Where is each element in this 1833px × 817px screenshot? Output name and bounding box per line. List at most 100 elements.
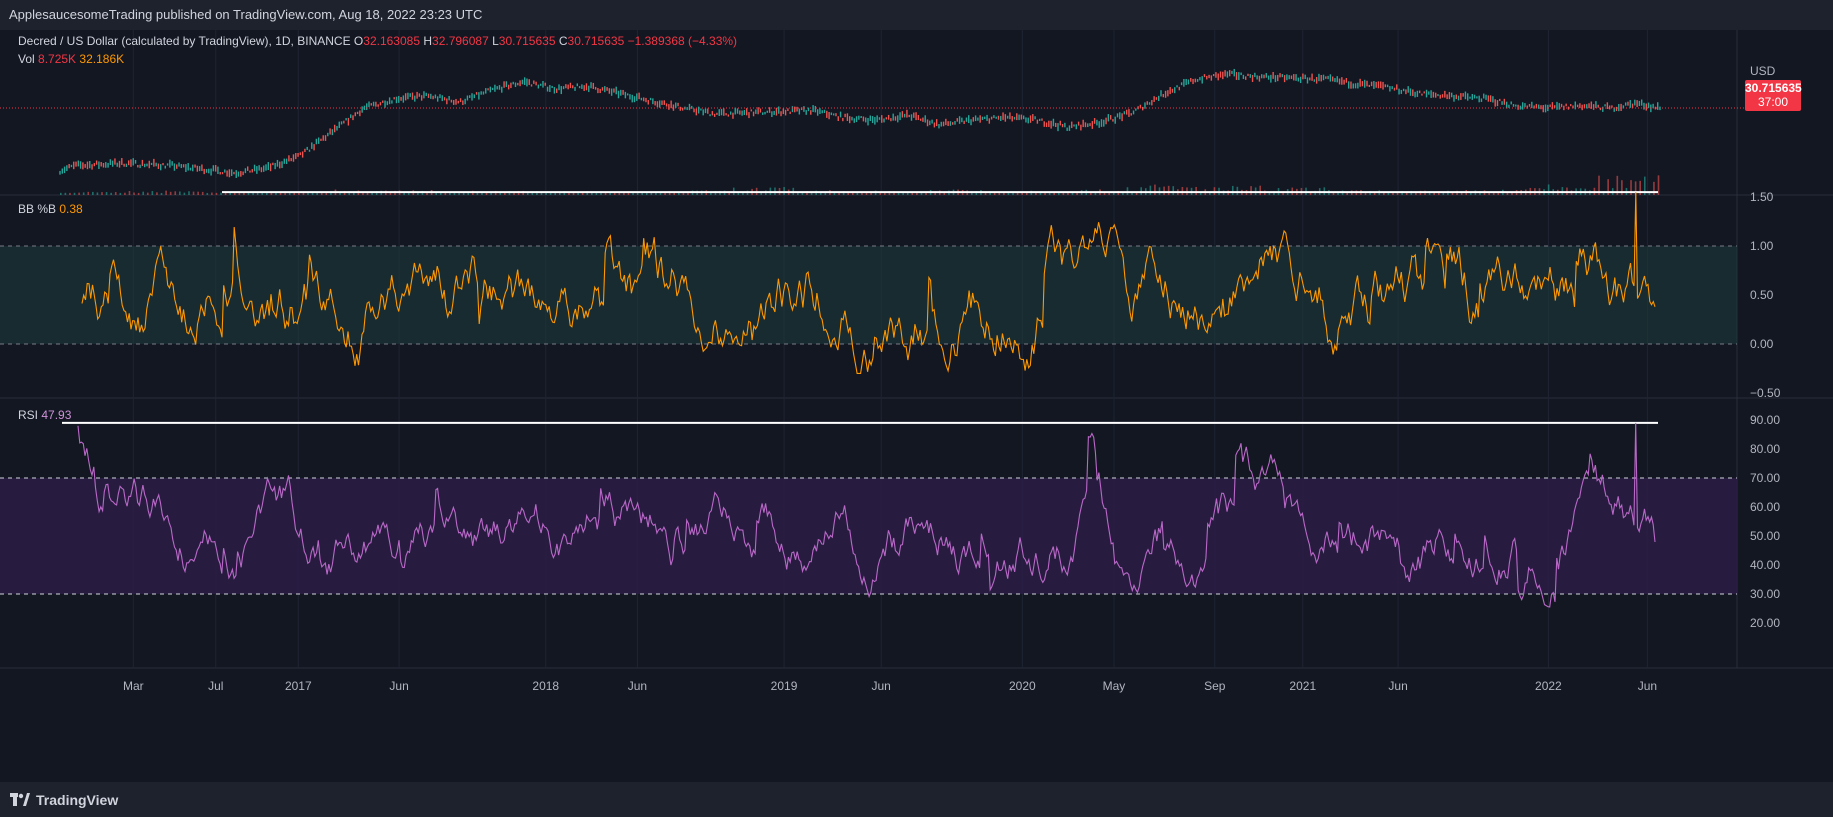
tradingview-logo[interactable]: TradingView — [10, 792, 118, 808]
last-price-value: 30.715635 — [1745, 81, 1802, 95]
bb-label: BB %B — [18, 202, 57, 216]
ohlc-h-label: H — [423, 34, 433, 48]
volume-bar — [179, 191, 181, 195]
volume-bar — [266, 192, 268, 195]
volume-bar — [737, 192, 740, 195]
volume-bar — [220, 192, 222, 195]
time-axis-label: 2019 — [771, 679, 798, 693]
chart-frame[interactable]: Mar Jul 2017 Jun 2018 Jun 2019 Jun 2020 May Sep 202… — [0, 30, 1833, 782]
volume-bar — [1250, 186, 1252, 195]
volume-bar — [403, 192, 405, 195]
volume-bar — [581, 192, 584, 195]
rsi-axis-tick: 70.00 — [1750, 471, 1780, 485]
volume-bar — [73, 192, 76, 195]
volume-bar — [183, 192, 186, 195]
volume-bar — [110, 192, 112, 195]
volume-bar — [1154, 184, 1156, 195]
ohlc-c-value: 30.715635 — [567, 34, 625, 48]
volume-bar — [1048, 192, 1051, 195]
volume-bar — [833, 192, 836, 195]
vol-ma-value: 32.186K — [79, 52, 125, 66]
footer: TradingView — [0, 782, 1833, 817]
volume-bar — [206, 192, 209, 195]
time-axis-label: 2017 — [285, 679, 312, 693]
volume-bar — [783, 187, 785, 195]
volume-bar — [151, 191, 154, 195]
time-axis-label: 2020 — [1009, 679, 1036, 693]
bb-legend: BB %B 0.38 — [18, 202, 83, 216]
volume-bar — [1259, 185, 1262, 195]
volume-bar — [69, 192, 71, 195]
ohlc-o-value: 32.163085 — [363, 34, 420, 48]
ohlc-l-label: L — [492, 34, 499, 48]
volume-bar — [169, 191, 172, 195]
time-axis-label: May — [1103, 679, 1126, 693]
volume-bar — [609, 192, 611, 195]
volume-bar — [156, 192, 158, 195]
rsi-axis-tick: 60.00 — [1750, 500, 1780, 514]
volume-bar — [96, 192, 99, 195]
volume-bar — [1195, 186, 1197, 195]
volume-bar — [1062, 192, 1065, 195]
volume-bar — [998, 192, 1001, 195]
time-axis-label: 2021 — [1289, 679, 1316, 693]
price-legend: Decred / US Dollar (calculated by Tradin… — [18, 34, 737, 48]
ohlc-h-value: 32.796087 — [432, 34, 489, 48]
volume-bar — [64, 192, 67, 195]
time-axis-label: 2018 — [532, 679, 559, 693]
bar-countdown: 37:00 — [1757, 95, 1789, 109]
volume-bar — [188, 191, 190, 195]
chart-svg[interactable]: Mar Jul 2017 Jun 2018 Jun 2019 Jun 2020 May Sep 202… — [0, 30, 1833, 782]
rsi-band — [0, 478, 1737, 594]
volume-bar — [641, 192, 644, 195]
vol-value: 8.725K — [38, 52, 77, 66]
bb-axis-tick: 1.50 — [1750, 190, 1774, 204]
rsi-axis-tick: 40.00 — [1750, 558, 1780, 572]
volume-bar — [174, 191, 177, 195]
volume-bar — [439, 192, 442, 195]
volume-bar — [124, 192, 126, 195]
volume-legend: Vol 8.725K 32.186K — [18, 52, 124, 66]
volume-bar — [1094, 192, 1097, 195]
volume-bar — [1547, 184, 1550, 195]
volume-bar — [1561, 187, 1564, 195]
symbol-title: Decred / US Dollar (calculated by Tradin… — [18, 34, 351, 48]
ohlc-c-label: C — [558, 34, 568, 48]
volume-bar — [60, 192, 62, 195]
time-axis-label: Jun — [1388, 679, 1407, 693]
rsi-axis-tick: 80.00 — [1750, 442, 1780, 456]
ohlc-o-label: O — [353, 34, 364, 48]
rsi-legend: RSI 47.93 — [18, 408, 71, 422]
price-change: −1.389368 (−4.33%) — [627, 34, 738, 48]
time-axis-label: Jun — [1638, 679, 1657, 693]
volume-bar — [105, 192, 108, 195]
volume-bar — [1181, 187, 1184, 195]
rsi-label: RSI — [18, 408, 39, 422]
tradingview-logo-icon — [10, 793, 30, 806]
rsi-axis-tick: 20.00 — [1750, 616, 1780, 630]
volume-bar — [1236, 186, 1239, 195]
volume-bar — [943, 192, 946, 195]
bb-value: 0.38 — [59, 202, 83, 216]
volume-bar — [897, 192, 900, 195]
ohlc-l-value: 30.715635 — [498, 34, 556, 48]
volume-bar — [1213, 187, 1216, 195]
time-axis-label: Mar — [123, 679, 144, 693]
volume-bar — [160, 192, 163, 195]
bb-axis-tick: 1.00 — [1750, 239, 1774, 253]
time-axis-label: Sep — [1204, 679, 1226, 693]
volume-bar — [133, 192, 135, 195]
time-axis-label: Jun — [389, 679, 408, 693]
volume-bar — [119, 192, 122, 195]
publisher-text: ApplesaucesomeTrading published on Tradi… — [9, 7, 483, 22]
volume-bar — [302, 192, 305, 195]
volume-bar — [78, 192, 80, 195]
time-axis-label: Jun — [628, 679, 647, 693]
volume-bar — [197, 191, 199, 195]
volume-bar — [192, 191, 195, 195]
volume-bar — [389, 192, 392, 195]
time-axis-label: Jul — [208, 679, 223, 693]
vol-label: Vol — [18, 52, 35, 66]
bb-axis-tick: 0.50 — [1750, 288, 1774, 302]
volume-bar — [165, 190, 167, 195]
